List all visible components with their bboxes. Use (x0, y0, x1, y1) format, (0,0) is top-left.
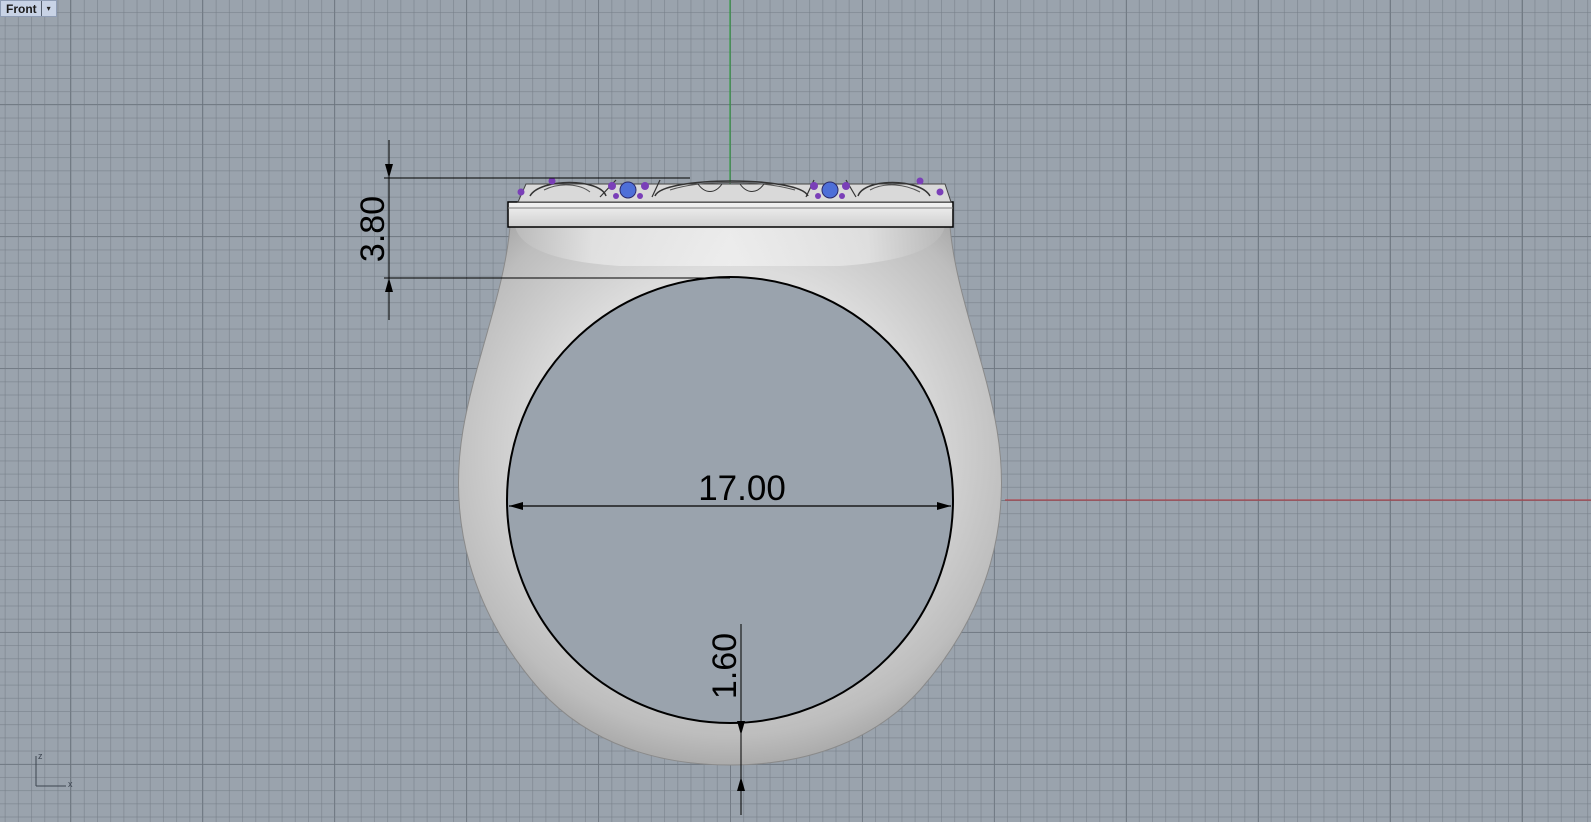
shoulder-highlight (515, 226, 945, 266)
ring-top-plate (507, 201, 954, 228)
dimension-text-top-height: 3.80 (354, 196, 392, 262)
ring-model-scene[interactable]: 3.80 17.00 1.60 z x (0, 0, 1591, 822)
axis-indicator: z x (35, 751, 73, 789)
axis-label-x: x (68, 779, 73, 789)
dimension-text-inner-diameter: 17.00 (698, 469, 786, 508)
dimension-text-band-thickness: 1.60 (706, 633, 744, 699)
viewport-menu-dropdown-icon[interactable]: ▾ (40, 1, 56, 16)
viewport-title-tab[interactable]: Front ▾ (0, 0, 57, 17)
front-viewport[interactable]: 3.80 17.00 1.60 z x Front ▾ (0, 0, 1591, 822)
gem-right-center (821, 181, 839, 199)
axis-label-z: z (38, 751, 43, 761)
ring-top-setting (517, 179, 952, 203)
viewport-title[interactable]: Front (1, 1, 41, 16)
gem-left-center (619, 181, 637, 199)
